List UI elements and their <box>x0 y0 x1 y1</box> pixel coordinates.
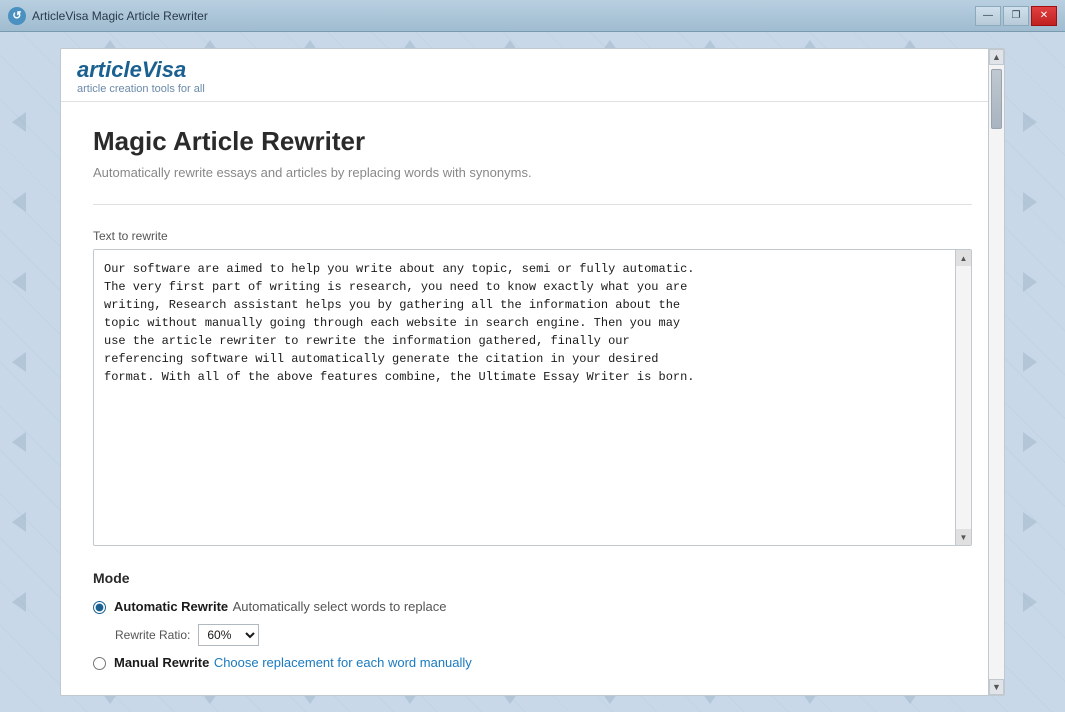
manual-rewrite-label[interactable]: Manual Rewrite Choose replacement for ea… <box>114 654 472 672</box>
logo-area: articleVisa article creation tools for a… <box>61 49 1004 102</box>
manual-rewrite-option: Manual Rewrite Choose replacement for ea… <box>93 654 972 672</box>
page-subtitle: Automatically rewrite essays and article… <box>93 165 972 180</box>
content-panel: articleVisa article creation tools for a… <box>60 48 1005 696</box>
textarea-scroll-up[interactable]: ▲ <box>956 250 971 266</box>
minimize-button[interactable]: — <box>975 6 1001 26</box>
automatic-rewrite-desc: Automatically select words to replace <box>233 599 447 614</box>
automatic-rewrite-bold-label: Automatic Rewrite <box>114 599 228 614</box>
rewrite-ratio-label: Rewrite Ratio: <box>115 628 190 642</box>
rewrite-ratio-select[interactable]: 20% 40% 60% 80% 100% <box>198 624 259 646</box>
text-to-rewrite-input[interactable] <box>94 250 971 540</box>
restore-button[interactable]: ❐ <box>1003 6 1029 26</box>
manual-rewrite-radio[interactable] <box>93 657 106 670</box>
logo-subtitle: article creation tools for all <box>77 83 988 95</box>
panel-scrollbar: ▲ ▼ <box>988 49 1004 695</box>
textarea-container: ▲ ▼ <box>93 249 972 546</box>
title-bar-left: ↺ ArticleVisa Magic Article Rewriter <box>8 7 208 25</box>
panel-content[interactable]: Magic Article Rewriter Automatically rew… <box>61 102 1004 695</box>
manual-rewrite-bold-label: Manual Rewrite <box>114 655 209 670</box>
panel-scroll-up-button[interactable]: ▲ <box>989 49 1004 65</box>
close-button[interactable]: ✕ <box>1031 6 1057 26</box>
app-icon: ↺ <box>8 7 26 25</box>
title-bar: ↺ ArticleVisa Magic Article Rewriter — ❐… <box>0 0 1065 32</box>
section-divider <box>93 204 972 205</box>
page-title: Magic Article Rewriter <box>93 126 972 157</box>
manual-rewrite-desc[interactable]: Choose replacement for each word manuall… <box>214 655 472 670</box>
logo-text: articleVisa <box>77 57 988 83</box>
textarea-scrollbar: ▲ ▼ <box>955 250 971 545</box>
panel-scroll-thumb[interactable] <box>991 69 1002 129</box>
textarea-label: Text to rewrite <box>93 229 972 243</box>
mode-label: Mode <box>93 570 972 586</box>
automatic-rewrite-label[interactable]: Automatic Rewrite Automatically select w… <box>114 598 446 616</box>
textarea-scroll-down[interactable]: ▼ <box>956 529 971 545</box>
textarea-scroll-track <box>956 266 971 529</box>
window-controls: — ❐ ✕ <box>975 6 1057 26</box>
automatic-rewrite-option: Automatic Rewrite Automatically select w… <box>93 598 972 616</box>
panel-scroll-down-button[interactable]: ▼ <box>989 679 1004 695</box>
rewrite-ratio-row: Rewrite Ratio: 20% 40% 60% 80% 100% <box>115 624 972 646</box>
main-area: articleVisa article creation tools for a… <box>0 32 1065 712</box>
automatic-rewrite-radio[interactable] <box>93 601 106 614</box>
window-title: ArticleVisa Magic Article Rewriter <box>32 9 208 23</box>
panel-scroll-track <box>989 65 1004 679</box>
